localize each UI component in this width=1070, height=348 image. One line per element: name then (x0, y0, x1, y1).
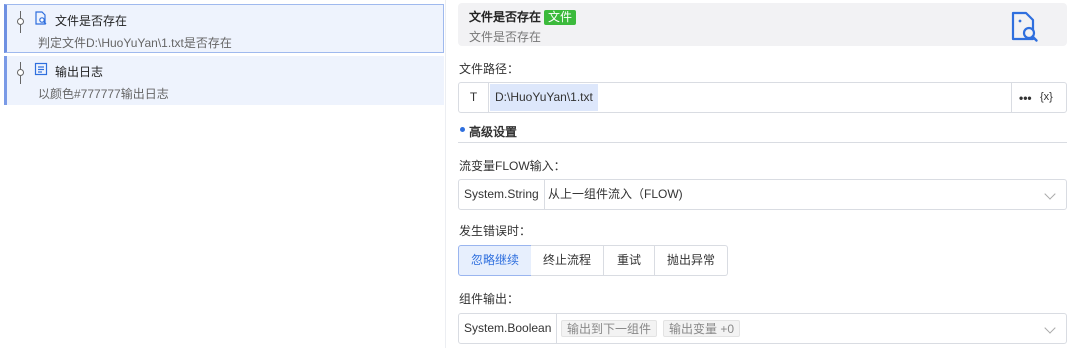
path-tools: ••• {x} (1011, 83, 1066, 112)
file-path-input[interactable]: D:\HuoYuYan\1.txt (490, 84, 598, 111)
output-variable-chip[interactable]: 输出变量 +0 (663, 320, 741, 337)
connector-dot[interactable] (17, 18, 24, 25)
connector-dot[interactable] (17, 69, 24, 76)
ignore-continue-button[interactable]: 忽略继续 (458, 245, 532, 276)
throw-exception-button[interactable]: 抛出异常 (655, 245, 728, 276)
component-title: 文件是否存在 文件 (469, 8, 577, 25)
component-output-select[interactable]: System.Boolean 输出到下一组件 输出变量 +0 (458, 313, 1067, 344)
chevron-down-icon[interactable] (1044, 322, 1056, 334)
output-next-chip[interactable]: 输出到下一组件 (561, 320, 658, 337)
file-search-icon (1011, 11, 1038, 42)
retry-button[interactable]: 重试 (604, 245, 655, 276)
component-title-text: 文件是否存在 (469, 10, 542, 24)
node-title: 输出日志 (55, 65, 104, 79)
flow-panel: 文件是否存在 判定文件D:\HuoYuYan\1.txt是否存在 输出日志 以颜… (0, 0, 446, 348)
flow-input-select[interactable]: System.String 从上一组件流入（FLOW) (458, 179, 1067, 210)
file-search-icon (35, 11, 47, 25)
flow-input-value: 从上一组件流入（FLOW) (548, 187, 683, 201)
component-subtitle: 文件是否存在 (469, 30, 542, 44)
stop-flow-button[interactable]: 终止流程 (531, 245, 604, 276)
advanced-settings-title: 高级设置 (469, 125, 518, 139)
bullet-dot (460, 127, 465, 132)
on-error-label: 发生错误时： (459, 224, 532, 238)
log-output-icon (34, 62, 48, 76)
connector-line (20, 76, 21, 84)
flow-input-label: 流变量FLOW输入： (459, 159, 566, 173)
component-output-label: 组件输出： (459, 292, 520, 306)
variable-icon[interactable]: {x} (1040, 91, 1053, 103)
node-title: 文件是否存在 (55, 14, 128, 28)
advanced-settings-section[interactable]: 高级设置 (458, 121, 1067, 143)
component-header: 文件是否存在 文件 文件是否存在 (458, 3, 1067, 46)
flow-node-output-log[interactable]: 输出日志 以颜色#777777输出日志 (4, 56, 444, 105)
category-tag: 文件 (544, 10, 577, 25)
flow-node-file-exists[interactable]: 文件是否存在 判定文件D:\HuoYuYan\1.txt是否存在 (4, 4, 444, 53)
more-options-icon[interactable]: ••• (1019, 91, 1032, 105)
type-boolean: System.Boolean (459, 314, 558, 343)
connector-line (20, 62, 21, 69)
node-description: 判定文件D:\HuoYuYan\1.txt是否存在 (38, 36, 232, 50)
properties-panel: 文件是否存在 文件 文件是否存在 文件路径： T D:\HuoYuYan\1.tx… (453, 0, 1070, 348)
type-string: System.String (459, 180, 545, 209)
text-type-marker[interactable]: T (459, 83, 489, 112)
connector-line (20, 11, 21, 18)
connector-line (20, 25, 21, 33)
node-description: 以颜色#777777输出日志 (38, 87, 169, 101)
file-path-field[interactable]: T D:\HuoYuYan\1.txt ••• {x} (458, 82, 1067, 113)
file-path-label: 文件路径： (459, 62, 520, 76)
chevron-down-icon[interactable] (1044, 188, 1056, 200)
